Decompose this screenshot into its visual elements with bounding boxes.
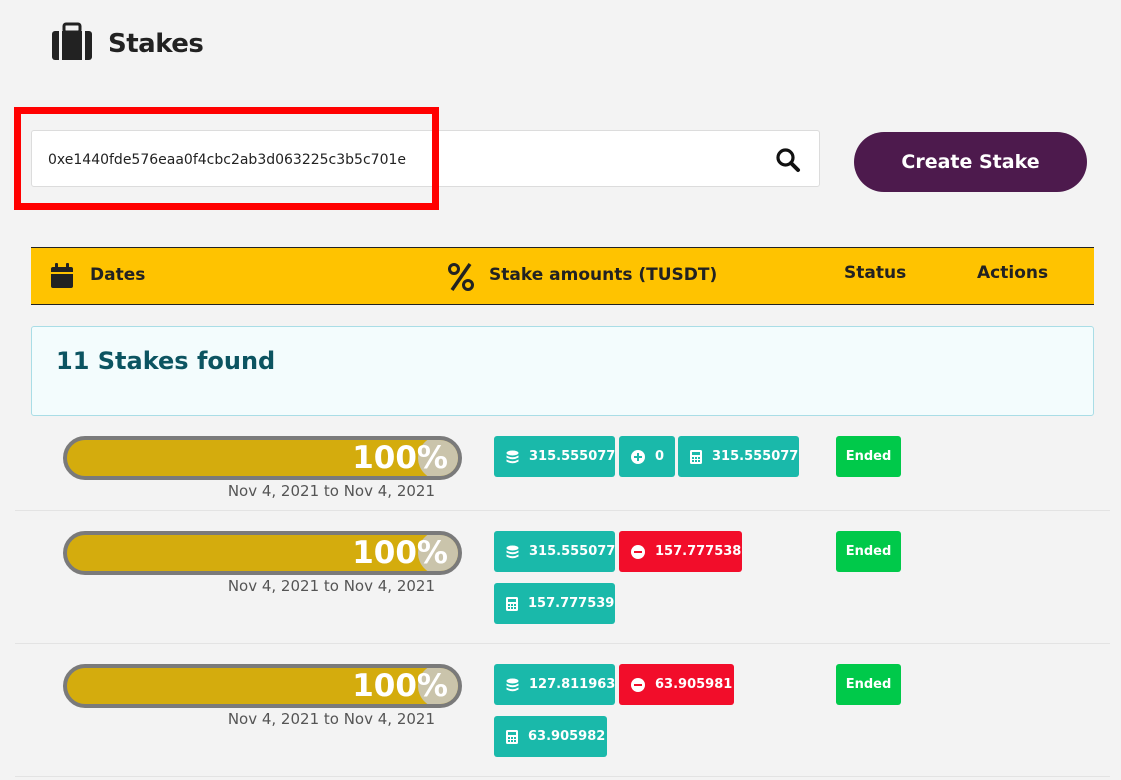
- principal-value: 127.811963: [529, 677, 616, 692]
- stake-progress-bar: 100%: [63, 531, 462, 575]
- adjustment-badge: 63.905981: [619, 664, 734, 705]
- coins-icon: [506, 545, 519, 558]
- progress-percent: 100%: [352, 440, 448, 476]
- total-badge: 63.905982: [494, 716, 607, 757]
- principal-badge: 315.555077: [494, 531, 615, 572]
- address-search-input[interactable]: [46, 131, 750, 188]
- briefcase-icon: [50, 22, 94, 66]
- adjustment-value: 157.777538: [655, 544, 742, 559]
- date-range: Nov 4, 2021 to Nov 4, 2021: [227, 710, 435, 728]
- stake-row: 100% Nov 4, 2021 to Nov 4, 2021 315.5550…: [15, 527, 1110, 643]
- row-divider: [15, 643, 1110, 644]
- total-badge: 157.777539: [494, 583, 615, 624]
- status-badge: Ended: [836, 436, 901, 477]
- search-box: [31, 130, 820, 188]
- stake-progress-bar: 100%: [63, 664, 462, 708]
- adjustment-value: 0: [655, 449, 665, 464]
- adjustment-value: 63.905981: [655, 677, 733, 692]
- total-value: 315.555077: [712, 449, 799, 464]
- page-header: Stakes: [50, 22, 204, 66]
- minus-circle-icon: [631, 544, 645, 559]
- calendar-icon: [50, 263, 74, 293]
- calculator-icon: [506, 596, 518, 611]
- principal-badge: 315.555077: [494, 436, 615, 477]
- adjustment-badge: 0: [619, 436, 675, 477]
- principal-badge: 127.811963: [494, 664, 615, 705]
- table-header: Dates Stake amounts (TUSDT) Status Actio…: [31, 247, 1094, 305]
- minus-circle-icon: [631, 677, 645, 692]
- stake-row: 100% Nov 4, 2021 to Nov 4, 2021 315.5550…: [15, 432, 1110, 510]
- column-header-actions: Actions: [977, 263, 1049, 283]
- status-badge: Ended: [836, 664, 901, 705]
- progress-percent: 100%: [352, 535, 448, 571]
- row-divider: [15, 510, 1110, 511]
- results-count-text: 11 Stakes found: [56, 347, 276, 375]
- search-icon[interactable]: [775, 147, 801, 173]
- total-value: 157.777539: [528, 596, 615, 611]
- date-range: Nov 4, 2021 to Nov 4, 2021: [227, 482, 435, 500]
- calculator-icon: [506, 729, 518, 744]
- progress-percent: 100%: [352, 668, 448, 704]
- coins-icon: [506, 450, 519, 463]
- calculator-icon: [690, 449, 702, 464]
- adjustment-badge: 157.777538: [619, 531, 742, 572]
- page-title: Stakes: [108, 29, 204, 59]
- coins-icon: [506, 678, 519, 691]
- percent-icon: [448, 262, 474, 296]
- principal-value: 315.555077: [529, 544, 616, 559]
- create-stake-button[interactable]: Create Stake: [854, 132, 1087, 192]
- results-count-alert: 11 Stakes found: [31, 326, 1094, 416]
- plus-circle-icon: [631, 449, 645, 464]
- stake-row: 100% Nov 4, 2021 to Nov 4, 2021 127.8119…: [15, 660, 1110, 776]
- stake-progress-bar: 100%: [63, 436, 462, 480]
- principal-value: 315.555077: [529, 449, 616, 464]
- total-badge: 315.555077: [678, 436, 799, 477]
- column-header-status[interactable]: Status: [844, 263, 906, 283]
- date-range: Nov 4, 2021 to Nov 4, 2021: [227, 577, 435, 595]
- row-divider: [15, 776, 1110, 777]
- column-header-amounts[interactable]: Stake amounts (TUSDT): [489, 265, 717, 285]
- total-value: 63.905982: [528, 729, 606, 744]
- column-header-dates[interactable]: Dates: [90, 265, 145, 285]
- status-badge: Ended: [836, 531, 901, 572]
